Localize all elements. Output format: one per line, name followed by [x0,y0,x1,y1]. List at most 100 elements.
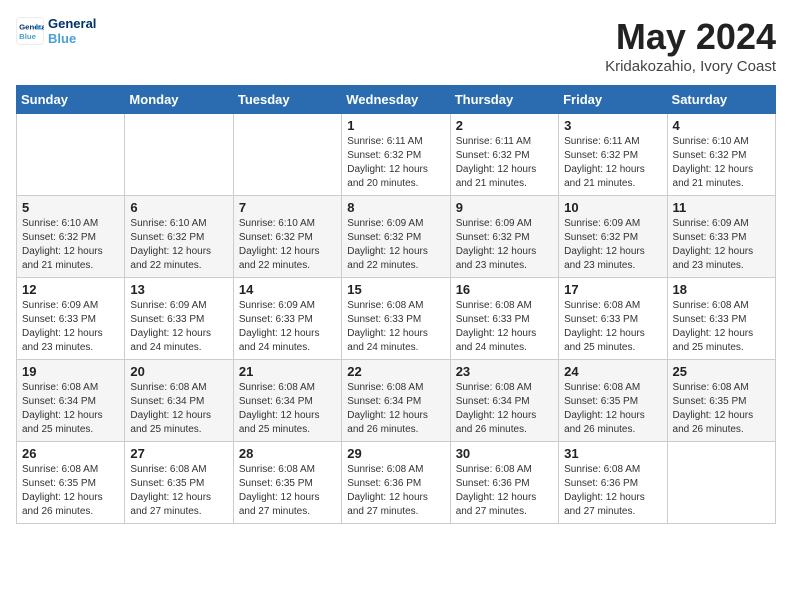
day-number: 26 [22,446,119,461]
calendar-cell: 13 Sunrise: 6:09 AM Sunset: 6:33 PM Dayli… [125,278,233,360]
day-number: 16 [456,282,553,297]
calendar-cell: 18 Sunrise: 6:08 AM Sunset: 6:33 PM Dayli… [667,278,775,360]
day-info: Sunrise: 6:08 AM Sunset: 6:33 PM Dayligh… [564,299,661,355]
day-number: 11 [673,200,770,215]
calendar-cell [233,114,341,196]
calendar-week-3: 12 Sunrise: 6:09 AM Sunset: 6:33 PM Dayli… [17,278,776,360]
calendar-cell: 19Sunrise: 6:08 AM Sunset: 6:34 PM Dayli… [17,360,125,442]
day-info: Sunrise: 6:08 AM Sunset: 6:34 PM Dayligh… [239,381,336,437]
day-info: Sunrise: 6:09 AM Sunset: 6:33 PM Dayligh… [673,217,770,273]
calendar-cell: 6Sunrise: 6:10 AM Sunset: 6:32 PM Daylig… [125,196,233,278]
day-info: Sunrise: 6:08 AM Sunset: 6:33 PM Dayligh… [673,299,770,355]
calendar-cell [125,114,233,196]
calendar-cell: 22 Sunrise: 6:08 AM Sunset: 6:34 PM Dayli… [342,360,450,442]
day-info: Sunrise: 6:09 AM Sunset: 6:32 PM Dayligh… [347,217,444,273]
day-info: Sunrise: 6:09 AM Sunset: 6:32 PM Dayligh… [456,217,553,273]
day-info: Sunrise: 6:08 AM Sunset: 6:34 PM Dayligh… [347,381,444,437]
calendar-cell: 29 Sunrise: 6:08 AM Sunset: 6:36 PM Dayli… [342,442,450,524]
calendar-cell: 21 Sunrise: 6:08 AM Sunset: 6:34 PM Dayli… [233,360,341,442]
day-number: 14 [239,282,336,297]
calendar-cell: 31Sunrise: 6:08 AM Sunset: 6:36 PM Dayli… [559,442,667,524]
day-info: Sunrise: 6:10 AM Sunset: 6:32 PM Dayligh… [130,217,227,273]
calendar-cell: 14 Sunrise: 6:09 AM Sunset: 6:33 PM Dayli… [233,278,341,360]
calendar-cell: 7Sunrise: 6:10 AM Sunset: 6:32 PM Daylig… [233,196,341,278]
day-info: Sunrise: 6:10 AM Sunset: 6:32 PM Dayligh… [673,135,770,191]
calendar-cell [667,442,775,524]
weekday-header-thursday: Thursday [450,86,558,114]
calendar-cell: 27 Sunrise: 6:08 AM Sunset: 6:35 PM Dayli… [125,442,233,524]
weekday-header-friday: Friday [559,86,667,114]
day-number: 9 [456,200,553,215]
calendar-cell [17,114,125,196]
day-info: Sunrise: 6:08 AM Sunset: 6:35 PM Dayligh… [130,463,227,519]
calendar-week-5: 26 Sunrise: 6:08 AM Sunset: 6:35 PM Dayli… [17,442,776,524]
day-info: Sunrise: 6:10 AM Sunset: 6:32 PM Dayligh… [239,217,336,273]
day-info: Sunrise: 6:09 AM Sunset: 6:33 PM Dayligh… [239,299,336,355]
weekday-header-tuesday: Tuesday [233,86,341,114]
calendar-cell: 12 Sunrise: 6:09 AM Sunset: 6:33 PM Dayli… [17,278,125,360]
calendar-cell: 26 Sunrise: 6:08 AM Sunset: 6:35 PM Dayli… [17,442,125,524]
day-number: 24 [564,364,661,379]
weekday-header-monday: Monday [125,86,233,114]
day-info: Sunrise: 6:08 AM Sunset: 6:33 PM Dayligh… [456,299,553,355]
calendar-cell: 9 Sunrise: 6:09 AM Sunset: 6:32 PM Daylig… [450,196,558,278]
day-number: 22 [347,364,444,379]
day-number: 30 [456,446,553,461]
calendar-cell: 5 Sunrise: 6:10 AM Sunset: 6:32 PM Daylig… [17,196,125,278]
logo-icon: General Blue [16,17,44,45]
day-number: 8 [347,200,444,215]
calendar-week-1: 1Sunrise: 6:11 AM Sunset: 6:32 PM Daylig… [17,114,776,196]
calendar-cell: 30 Sunrise: 6:08 AM Sunset: 6:36 PM Dayli… [450,442,558,524]
day-number: 12 [22,282,119,297]
calendar-cell: 2 Sunrise: 6:11 AM Sunset: 6:32 PM Daylig… [450,114,558,196]
logo-text-blue: Blue [48,31,96,46]
day-number: 3 [564,118,661,133]
day-info: Sunrise: 6:08 AM Sunset: 6:33 PM Dayligh… [347,299,444,355]
day-number: 29 [347,446,444,461]
calendar-cell: 20 Sunrise: 6:08 AM Sunset: 6:34 PM Dayli… [125,360,233,442]
weekday-header-sunday: Sunday [17,86,125,114]
day-info: Sunrise: 6:08 AM Sunset: 6:36 PM Dayligh… [347,463,444,519]
day-info: Sunrise: 6:08 AM Sunset: 6:34 PM Dayligh… [130,381,227,437]
day-info: Sunrise: 6:08 AM Sunset: 6:35 PM Dayligh… [239,463,336,519]
day-info: Sunrise: 6:08 AM Sunset: 6:35 PM Dayligh… [22,463,119,519]
day-number: 18 [673,282,770,297]
calendar-cell: 11 Sunrise: 6:09 AM Sunset: 6:33 PM Dayli… [667,196,775,278]
day-number: 27 [130,446,227,461]
svg-text:General: General [19,22,44,31]
day-number: 5 [22,200,119,215]
calendar-cell: 17 Sunrise: 6:08 AM Sunset: 6:33 PM Dayli… [559,278,667,360]
logo-text-general: General [48,16,96,31]
day-info: Sunrise: 6:09 AM Sunset: 6:33 PM Dayligh… [130,299,227,355]
header: General Blue General Blue May 2024 Krida… [16,16,776,75]
svg-text:Blue: Blue [19,32,37,41]
day-number: 13 [130,282,227,297]
calendar-cell: 1Sunrise: 6:11 AM Sunset: 6:32 PM Daylig… [342,114,450,196]
day-info: Sunrise: 6:08 AM Sunset: 6:35 PM Dayligh… [673,381,770,437]
day-number: 28 [239,446,336,461]
calendar-cell: 25 Sunrise: 6:08 AM Sunset: 6:35 PM Dayli… [667,360,775,442]
day-info: Sunrise: 6:08 AM Sunset: 6:36 PM Dayligh… [456,463,553,519]
day-number: 2 [456,118,553,133]
weekday-header-wednesday: Wednesday [342,86,450,114]
day-number: 17 [564,282,661,297]
day-number: 19 [22,364,119,379]
weekday-header-row: SundayMondayTuesdayWednesdayThursdayFrid… [17,86,776,114]
day-number: 23 [456,364,553,379]
day-info: Sunrise: 6:09 AM Sunset: 6:32 PM Dayligh… [564,217,661,273]
calendar-table: SundayMondayTuesdayWednesdayThursdayFrid… [16,85,776,524]
day-number: 20 [130,364,227,379]
location-title: Kridakozahio, Ivory Coast [605,58,776,75]
weekday-header-saturday: Saturday [667,86,775,114]
day-info: Sunrise: 6:09 AM Sunset: 6:33 PM Dayligh… [22,299,119,355]
calendar-cell: 24 Sunrise: 6:08 AM Sunset: 6:35 PM Dayli… [559,360,667,442]
day-number: 15 [347,282,444,297]
day-number: 21 [239,364,336,379]
day-number: 25 [673,364,770,379]
day-info: Sunrise: 6:11 AM Sunset: 6:32 PM Dayligh… [456,135,553,191]
day-info: Sunrise: 6:08 AM Sunset: 6:35 PM Dayligh… [564,381,661,437]
calendar-cell: 4Sunrise: 6:10 AM Sunset: 6:32 PM Daylig… [667,114,775,196]
day-info: Sunrise: 6:10 AM Sunset: 6:32 PM Dayligh… [22,217,119,273]
day-info: Sunrise: 6:11 AM Sunset: 6:32 PM Dayligh… [347,135,444,191]
calendar-week-2: 5 Sunrise: 6:10 AM Sunset: 6:32 PM Daylig… [17,196,776,278]
